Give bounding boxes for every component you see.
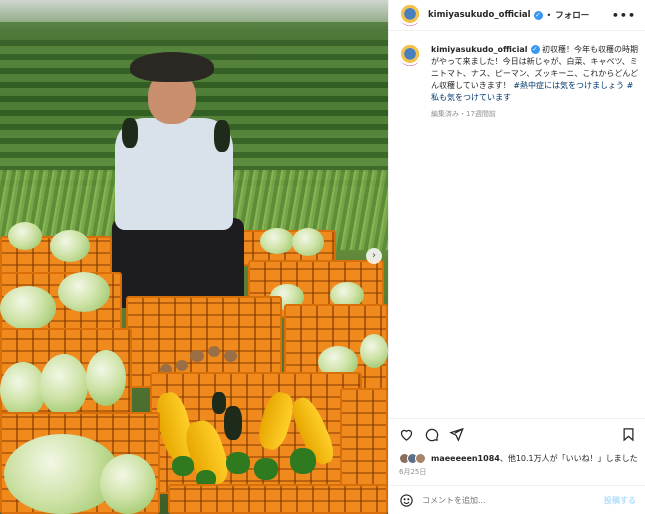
- avatar[interactable]: [399, 4, 421, 26]
- post-date: 6月25日: [399, 468, 427, 476]
- post-header: kimiyasukudo_official ✓ • フォロー •••: [389, 0, 645, 31]
- more-options-button[interactable]: •••: [612, 9, 636, 22]
- potato: [190, 350, 204, 362]
- bookmark-icon[interactable]: [621, 427, 636, 442]
- person-hat: [130, 52, 214, 82]
- eggplant: [212, 392, 226, 414]
- pepper: [172, 456, 194, 476]
- next-photo-button[interactable]: ›: [366, 248, 382, 264]
- cabbage: [260, 228, 294, 254]
- caption-body: kimiyasukudo_official ✓ 初収穫！今年も収穫の時期がやって来…: [431, 44, 639, 120]
- cabbage: [0, 286, 56, 330]
- caption-username[interactable]: kimiyasukudo_official: [431, 45, 528, 54]
- caption-meta: 編集済み・17週間前: [431, 110, 496, 118]
- cabbage: [8, 222, 42, 250]
- photo-sky: [0, 0, 388, 22]
- likes-text[interactable]: maeeeeen1084、他10.1万人が「いいね！」しました: [431, 453, 638, 464]
- action-icons: [399, 427, 464, 442]
- crate: [168, 484, 388, 514]
- post-side-panel: kimiyasukudo_official ✓ • フォロー ••• kimiy…: [388, 0, 645, 514]
- cabbage: [40, 354, 88, 416]
- pepper: [254, 458, 278, 480]
- crate: [340, 388, 388, 498]
- liker-username[interactable]: maeeeeen1084: [431, 454, 500, 463]
- post-actions: maeeeeen1084、他10.1万人が「いいね！」しました 6月25日 投稿…: [389, 418, 645, 514]
- follow-button[interactable]: フォロー: [555, 9, 589, 21]
- pepper: [290, 448, 316, 474]
- smile-icon[interactable]: [399, 493, 414, 508]
- likes-summary: maeeeeen1084、他10.1万人が「いいね！」しました: [399, 453, 639, 464]
- post-comment-button[interactable]: 投稿する: [604, 495, 636, 506]
- potato: [176, 360, 188, 371]
- potato: [208, 346, 220, 357]
- comment-input[interactable]: [422, 496, 604, 505]
- cabbage: [86, 350, 126, 406]
- caption: kimiyasukudo_official ✓ 初収穫！今年も収穫の時期がやって来…: [399, 44, 639, 120]
- eggplant: [214, 120, 230, 152]
- potato: [224, 350, 237, 362]
- share-icon[interactable]: [449, 427, 464, 442]
- comment-icon[interactable]: [424, 427, 439, 442]
- cabbage: [58, 272, 110, 312]
- cabbage: [100, 454, 156, 514]
- header-username[interactable]: kimiyasukudo_official: [428, 10, 531, 20]
- post-photo[interactable]: ›: [0, 0, 388, 514]
- separator-dot: •: [546, 10, 552, 20]
- hashtag-link[interactable]: #熱中症には気をつけましょう: [513, 81, 624, 90]
- verified-icon: ✓: [530, 45, 540, 54]
- verified-icon: ✓: [533, 10, 543, 20]
- eggplant: [122, 118, 138, 148]
- avatar[interactable]: [415, 453, 426, 464]
- likes-count-text: 、他10.1万人が「いいね！」しました: [499, 454, 638, 463]
- person-legs: [112, 218, 244, 308]
- cabbage: [0, 362, 46, 418]
- liker-avatars: [399, 453, 426, 464]
- cabbage: [360, 334, 388, 368]
- cabbage: [50, 230, 90, 262]
- comment-bar: 投稿する: [389, 485, 645, 514]
- cabbage: [292, 228, 324, 256]
- eggplant: [224, 406, 242, 440]
- heart-icon[interactable]: [399, 427, 414, 442]
- pepper: [226, 452, 250, 474]
- caption-avatar[interactable]: [399, 44, 421, 66]
